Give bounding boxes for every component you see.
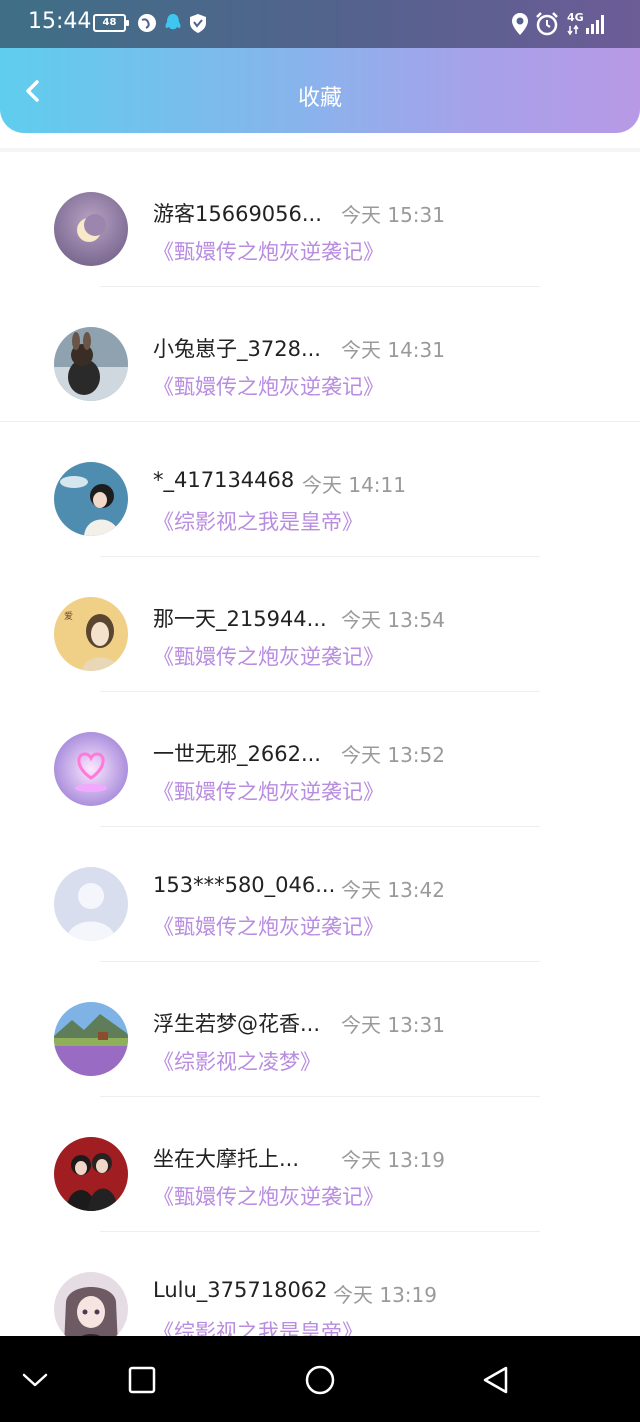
svg-text:爱: 爱 (64, 611, 73, 622)
heart-avatar[interactable] (54, 732, 128, 806)
girl-sky-avatar[interactable] (54, 462, 128, 536)
status-bar: 15:44 48 4G (0, 0, 640, 48)
battery-icon: 48 (93, 14, 129, 32)
qq-icon (165, 14, 181, 30)
book-title[interactable]: 《甄嬛传之炮灰逆袭记》 (153, 641, 384, 671)
default-avatar[interactable] (54, 867, 128, 941)
timestamp: 今天 13:19 (333, 1283, 437, 1307)
page-title: 收藏 (297, 86, 342, 111)
favorites-list: 游客15669056... 今天 15:31 《甄嬛传之炮灰逆袭记》 小兔崽子_… (0, 152, 640, 1336)
list-item[interactable]: 小兔崽子_3728... 今天 14:31 《甄嬛传之炮灰逆袭记》 (0, 287, 640, 422)
book-title[interactable]: 《综影视之我是皇帝》 (153, 506, 363, 536)
alarm-icon (536, 12, 558, 36)
signal-icon (567, 15, 604, 36)
recents-icon[interactable] (122, 1360, 162, 1400)
user-name: 坐在大摩托上... (153, 1147, 300, 1171)
home-icon[interactable] (300, 1360, 340, 1400)
list-item[interactable]: 坐在大摩托上... 今天 13:19 《甄嬛传之炮灰逆袭记》 (0, 1097, 640, 1232)
shield-icon (190, 14, 206, 33)
timestamp: 今天 13:54 (341, 608, 445, 632)
book-title[interactable]: 《甄嬛传之炮灰逆袭记》 (153, 776, 384, 806)
list-item[interactable]: *_417134468 今天 14:11 《综影视之我是皇帝》 (0, 422, 640, 557)
user-name: 游客15669056... (153, 202, 322, 226)
bunny-avatar[interactable] (54, 327, 128, 401)
anime-girl-avatar[interactable] (54, 1272, 128, 1336)
location-icon (512, 13, 528, 35)
timestamp: 今天 15:31 (341, 203, 445, 227)
list-item[interactable]: 153***580_046... 今天 13:42 《甄嬛传之炮灰逆袭记》 (0, 827, 640, 962)
app-header: 收藏 (0, 48, 640, 133)
list-item[interactable]: 浮生若梦@花香... 今天 13:31 《综影视之凌梦》 (0, 962, 640, 1097)
book-title[interactable]: 《综影视之凌梦》 (153, 1046, 321, 1076)
book-title[interactable]: 《甄嬛传之炮灰逆袭记》 (153, 371, 384, 401)
list-item[interactable]: 一世无邪_2662... 今天 13:52 《甄嬛传之炮灰逆袭记》 (0, 692, 640, 827)
system-nav-bar (0, 1336, 640, 1422)
list-item[interactable]: 爱 那一天_215944... 今天 13:54 《甄嬛传之炮灰逆袭记》 (0, 557, 640, 692)
user-name: 那一天_215944... (153, 607, 327, 631)
user-name: 153***580_046... (153, 873, 336, 897)
back-icon[interactable] (476, 1360, 516, 1400)
timestamp: 今天 13:19 (341, 1148, 445, 1172)
book-title[interactable]: 《综影视之我是皇帝》 (153, 1316, 363, 1336)
globe-icon (138, 14, 156, 32)
user-name: 浮生若梦@花香... (153, 1012, 321, 1036)
timestamp: 今天 13:52 (341, 743, 445, 767)
moon-avatar[interactable] (54, 192, 128, 266)
user-name: 小兔崽子_3728... (153, 337, 321, 361)
timestamp: 今天 13:31 (341, 1013, 445, 1037)
user-name: *_417134468 (153, 468, 295, 492)
timestamp: 今天 13:42 (341, 878, 445, 902)
chevron-down-icon[interactable] (15, 1360, 55, 1400)
book-title[interactable]: 《甄嬛传之炮灰逆袭记》 (153, 236, 384, 266)
user-name: 一世无邪_2662... (153, 742, 321, 766)
lavender-field-avatar[interactable] (54, 1002, 128, 1076)
list-item[interactable]: 游客15669056... 今天 15:31 《甄嬛传之炮灰逆袭记》 (0, 152, 640, 287)
book-title[interactable]: 《甄嬛传之炮灰逆袭记》 (153, 911, 384, 941)
book-title[interactable]: 《甄嬛传之炮灰逆袭记》 (153, 1181, 384, 1211)
timestamp: 今天 14:31 (341, 338, 445, 362)
user-name: Lulu_375718062 (153, 1278, 328, 1302)
timestamp: 今天 14:11 (302, 473, 406, 497)
painted-girl-avatar[interactable]: 爱 (54, 597, 128, 671)
list-item[interactable]: Lulu_375718062 今天 13:19 《综影视之我是皇帝》 (0, 1232, 640, 1336)
couple-avatar[interactable] (54, 1137, 128, 1211)
status-time: 15:44 (28, 9, 92, 34)
